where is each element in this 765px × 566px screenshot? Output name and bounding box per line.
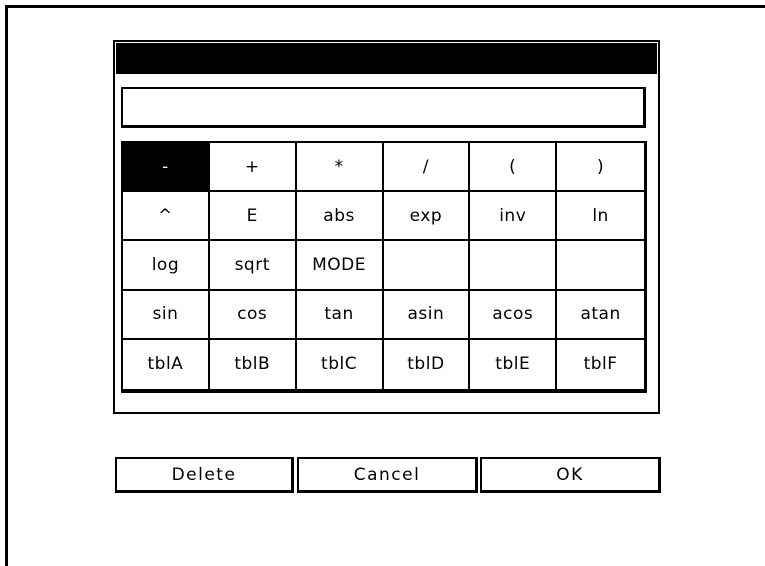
- delete-button[interactable]: Delete: [115, 457, 294, 493]
- key-4-5[interactable]: tblF: [557, 340, 644, 389]
- ok-button-label: OK: [556, 464, 584, 485]
- key-0-4[interactable]: (: [470, 143, 558, 193]
- key-1-1[interactable]: E: [209, 192, 297, 242]
- key-0-2[interactable]: *: [296, 143, 384, 193]
- key-3-3[interactable]: asin: [383, 290, 471, 340]
- key-4-3[interactable]: tblD: [384, 339, 471, 389]
- expression-input[interactable]: [121, 87, 646, 128]
- key-4-4[interactable]: tblE: [470, 339, 558, 389]
- key-1-3[interactable]: exp: [383, 192, 471, 242]
- key-1-0[interactable]: ^: [123, 192, 210, 242]
- screen-frame-left: [5, 5, 8, 566]
- key-2-2[interactable]: MODE: [296, 241, 384, 291]
- key-3-2[interactable]: tan: [296, 290, 384, 340]
- key-0-1[interactable]: +: [209, 143, 297, 193]
- key-0-0[interactable]: -: [123, 143, 210, 193]
- key-3-0[interactable]: sin: [123, 290, 210, 340]
- cancel-button[interactable]: Cancel: [297, 457, 478, 493]
- delete-button-label: Delete: [171, 464, 237, 485]
- key-1-2[interactable]: abs: [296, 192, 384, 242]
- key-1-4[interactable]: inv: [470, 192, 558, 242]
- key-4-1[interactable]: tblB: [210, 339, 297, 389]
- cancel-button-label: Cancel: [353, 464, 421, 485]
- key-2-1[interactable]: sqrt: [209, 241, 297, 291]
- screen-frame-top: [5, 5, 765, 8]
- key-4-2[interactable]: tblC: [297, 339, 384, 389]
- key-empty: [383, 241, 471, 291]
- key-1-5[interactable]: ln: [557, 192, 644, 242]
- dialog-titlebar: [116, 43, 657, 74]
- key-0-5[interactable]: ): [557, 143, 644, 193]
- key-4-0[interactable]: tblA: [123, 339, 210, 389]
- key-empty: [557, 241, 644, 291]
- key-3-1[interactable]: cos: [209, 290, 297, 340]
- function-keypad: - + * /() ^ Eabs exp inv ln log sqrt MODE sin cos tan a…: [121, 141, 647, 393]
- key-0-3[interactable]: /: [383, 143, 471, 193]
- key-3-4[interactable]: acos: [470, 290, 558, 340]
- key-2-0[interactable]: log: [123, 241, 210, 291]
- key-empty: [470, 241, 558, 291]
- ok-button[interactable]: OK: [480, 457, 661, 493]
- key-3-5[interactable]: atan: [557, 291, 644, 340]
